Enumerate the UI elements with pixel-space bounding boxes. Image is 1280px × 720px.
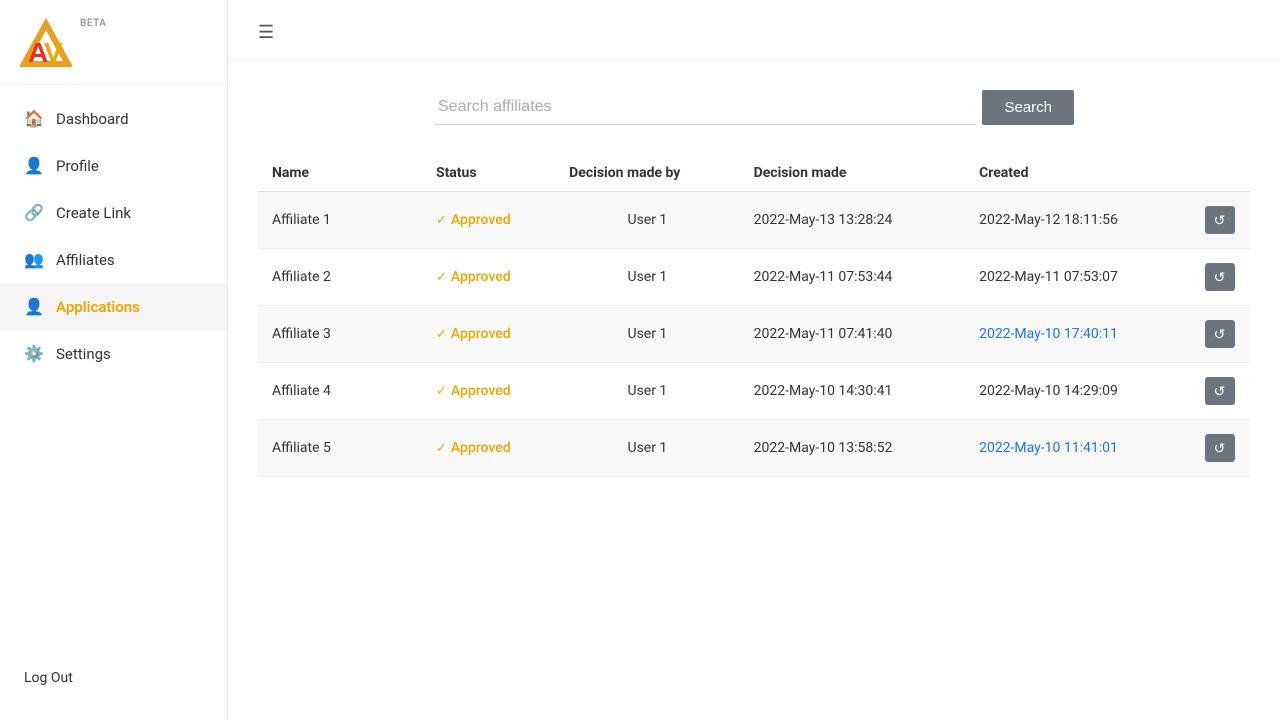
col-header-decision-made: Decision made: [740, 155, 965, 192]
applications-icon: 👤: [24, 297, 44, 316]
cell-name: Affiliate 3: [258, 306, 422, 363]
cell-created: 2022-May-11 07:53:07: [965, 249, 1190, 306]
cell-decision-by: User 1: [555, 192, 739, 249]
sidebar-item-label-profile: Profile: [56, 157, 99, 175]
cell-created: 2022-May-10 14:29:09: [965, 363, 1190, 420]
svg-text:V: V: [44, 37, 63, 68]
cell-name: Affiliate 1: [258, 192, 422, 249]
cell-action: ↺: [1191, 249, 1250, 306]
user-icon: 👤: [24, 156, 44, 175]
sidebar-item-profile[interactable]: 👤 Profile: [0, 142, 227, 189]
check-icon: ✓: [436, 213, 447, 228]
beta-badge: BETA: [80, 18, 106, 29]
status-label: Approved: [451, 326, 511, 342]
revert-button[interactable]: ↺: [1205, 320, 1235, 348]
sidebar-item-label-settings: Settings: [56, 345, 111, 363]
logo-area: A V BETA: [0, 0, 227, 85]
cell-action: ↺: [1191, 420, 1250, 477]
cell-decision-by: User 1: [555, 420, 739, 477]
link-icon: 🔗: [24, 203, 44, 222]
col-header-action: [1191, 155, 1250, 192]
cell-status: ✓ Approved: [422, 306, 555, 363]
hamburger-icon[interactable]: ☰: [258, 22, 274, 43]
cell-decision-made: 2022-May-11 07:41:40: [740, 306, 965, 363]
settings-icon: ⚙️: [24, 344, 44, 363]
table-body: Affiliate 1 ✓ Approved User 1 2022-May-1…: [258, 192, 1250, 477]
sidebar-item-label-applications: Applications: [56, 298, 140, 316]
cell-decision-made: 2022-May-10 14:30:41: [740, 363, 965, 420]
main-header: ☰: [228, 0, 1280, 60]
sidebar: A V BETA 🏠 Dashboard 👤 Profile 🔗 Create …: [0, 0, 228, 720]
status-label: Approved: [451, 212, 511, 228]
search-section: Search: [228, 60, 1280, 135]
cell-decision-made: 2022-May-13 13:28:24: [740, 192, 965, 249]
revert-button[interactable]: ↺: [1205, 206, 1235, 234]
cell-action: ↺: [1191, 363, 1250, 420]
table-row: Affiliate 2 ✓ Approved User 1 2022-May-1…: [258, 249, 1250, 306]
search-bar: Search: [434, 90, 1074, 125]
affiliates-table: Name Status Decision made by Decision ma…: [258, 155, 1250, 477]
table-row: Affiliate 4 ✓ Approved User 1 2022-May-1…: [258, 363, 1250, 420]
sidebar-item-label-affiliates: Affiliates: [56, 251, 115, 269]
cell-status: ✓ Approved: [422, 420, 555, 477]
revert-button[interactable]: ↺: [1205, 263, 1235, 291]
cell-name: Affiliate 2: [258, 249, 422, 306]
cell-status: ✓ Approved: [422, 249, 555, 306]
sidebar-item-affiliates[interactable]: 👥 Affiliates: [0, 236, 227, 283]
cell-created: 2022-May-10 11:41:01: [965, 420, 1190, 477]
cell-decision-by: User 1: [555, 249, 739, 306]
cell-action: ↺: [1191, 192, 1250, 249]
search-input[interactable]: [434, 90, 976, 125]
search-button[interactable]: Search: [982, 90, 1074, 125]
cell-name: Affiliate 4: [258, 363, 422, 420]
revert-button[interactable]: ↺: [1205, 377, 1235, 405]
sidebar-nav: 🏠 Dashboard 👤 Profile 🔗 Create Link 👥 Af…: [0, 85, 227, 656]
table-section: Name Status Decision made by Decision ma…: [228, 135, 1280, 497]
home-icon: 🏠: [24, 109, 44, 128]
app-logo: A V: [20, 18, 72, 70]
cell-name: Affiliate 5: [258, 420, 422, 477]
cell-status: ✓ Approved: [422, 363, 555, 420]
sidebar-item-applications[interactable]: 👤 Applications: [0, 283, 227, 330]
cell-action: ↺: [1191, 306, 1250, 363]
col-header-created: Created: [965, 155, 1190, 192]
cell-decision-made: 2022-May-11 07:53:44: [740, 249, 965, 306]
col-header-status: Status: [422, 155, 555, 192]
cell-created: 2022-May-10 17:40:11: [965, 306, 1190, 363]
col-header-name: Name: [258, 155, 422, 192]
cell-decision-by: User 1: [555, 363, 739, 420]
col-header-decision-by: Decision made by: [555, 155, 739, 192]
sidebar-item-label-create-link: Create Link: [56, 204, 131, 222]
table-row: Affiliate 5 ✓ Approved User 1 2022-May-1…: [258, 420, 1250, 477]
status-label: Approved: [451, 269, 511, 285]
sidebar-item-label-dashboard: Dashboard: [56, 110, 129, 128]
table-row: Affiliate 3 ✓ Approved User 1 2022-May-1…: [258, 306, 1250, 363]
check-icon: ✓: [436, 270, 447, 285]
check-icon: ✓: [436, 327, 447, 342]
revert-button[interactable]: ↺: [1205, 434, 1235, 462]
main-content: ☰ Search Name Status Decision made by De…: [228, 0, 1280, 720]
table-header: Name Status Decision made by Decision ma…: [258, 155, 1250, 192]
sidebar-item-dashboard[interactable]: 🏠 Dashboard: [0, 95, 227, 142]
check-icon: ✓: [436, 384, 447, 399]
sidebar-item-settings[interactable]: ⚙️ Settings: [0, 330, 227, 377]
status-label: Approved: [451, 440, 511, 456]
cell-decision-made: 2022-May-10 13:58:52: [740, 420, 965, 477]
cell-decision-by: User 1: [555, 306, 739, 363]
logout-button[interactable]: Log Out: [0, 656, 227, 700]
cell-status: ✓ Approved: [422, 192, 555, 249]
status-label: Approved: [451, 383, 511, 399]
affiliates-icon: 👥: [24, 250, 44, 269]
check-icon: ✓: [436, 441, 447, 456]
table-row: Affiliate 1 ✓ Approved User 1 2022-May-1…: [258, 192, 1250, 249]
cell-created: 2022-May-12 18:11:56: [965, 192, 1190, 249]
sidebar-item-create-link[interactable]: 🔗 Create Link: [0, 189, 227, 236]
